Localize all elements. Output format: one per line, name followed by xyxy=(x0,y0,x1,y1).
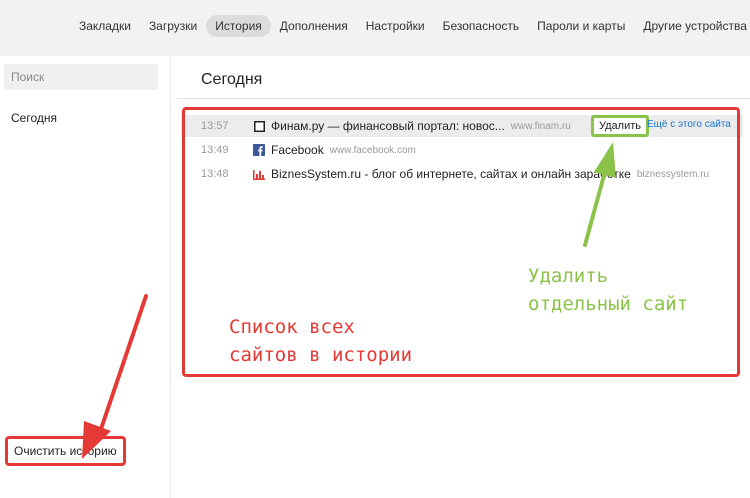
tab-addons[interactable]: Дополнения xyxy=(271,15,357,37)
page-title: Сегодня xyxy=(201,71,263,88)
divider xyxy=(177,98,750,99)
tab-bookmarks[interactable]: Закладки xyxy=(70,15,140,37)
tab-history[interactable]: История xyxy=(206,15,271,37)
search-input[interactable] xyxy=(4,64,158,90)
tab-settings[interactable]: Настройки xyxy=(357,15,434,37)
tab-downloads[interactable]: Загрузки xyxy=(140,15,206,37)
sidebar: Сегодня Очистить историю xyxy=(0,56,171,498)
top-navigation: Закладки Загрузки История Дополнения Нас… xyxy=(0,0,750,56)
sidebar-item-today[interactable]: Сегодня xyxy=(11,111,57,125)
tab-other-devices[interactable]: Другие устройства xyxy=(634,15,750,37)
tab-security[interactable]: Безопасность xyxy=(434,15,529,37)
tab-passwords[interactable]: Пароли и карты xyxy=(528,15,634,37)
annotation-delete-site: Удалить отдельный сайт xyxy=(528,265,689,315)
nav-tabs: Закладки Загрузки История Дополнения Нас… xyxy=(70,15,750,37)
annotation-history-list: Список всех сайтов в истории xyxy=(229,316,413,366)
clear-history-button[interactable]: Очистить историю xyxy=(5,436,126,466)
